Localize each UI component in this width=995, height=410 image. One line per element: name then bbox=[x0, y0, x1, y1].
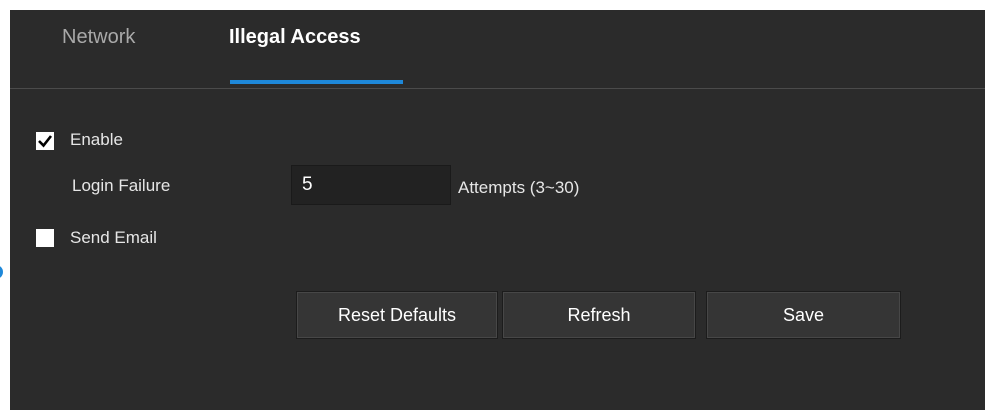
save-button[interactable]: Save bbox=[706, 291, 901, 339]
send-email-label: Send Email bbox=[70, 228, 157, 247]
active-tab-indicator bbox=[230, 80, 403, 84]
tab-illegal-access[interactable]: Illegal Access bbox=[229, 26, 361, 49]
tab-network[interactable]: Network bbox=[62, 26, 135, 49]
attempts-range-label: Attempts (3~30) bbox=[458, 178, 580, 197]
reset-defaults-button[interactable]: Reset Defaults bbox=[296, 291, 498, 339]
check-icon bbox=[38, 135, 53, 148]
login-failure-label: Login Failure bbox=[72, 176, 171, 195]
send-email-checkbox[interactable] bbox=[36, 229, 54, 247]
login-failure-input[interactable]: 5 bbox=[291, 165, 451, 205]
refresh-button[interactable]: Refresh bbox=[502, 291, 696, 339]
enable-label: Enable bbox=[70, 130, 123, 149]
enable-checkbox[interactable] bbox=[36, 132, 54, 150]
side-handle-icon[interactable] bbox=[0, 265, 3, 279]
tab-bar: Network Illegal Access bbox=[10, 10, 985, 89]
settings-panel: Network Illegal Access Enable Login Fail… bbox=[10, 10, 985, 410]
